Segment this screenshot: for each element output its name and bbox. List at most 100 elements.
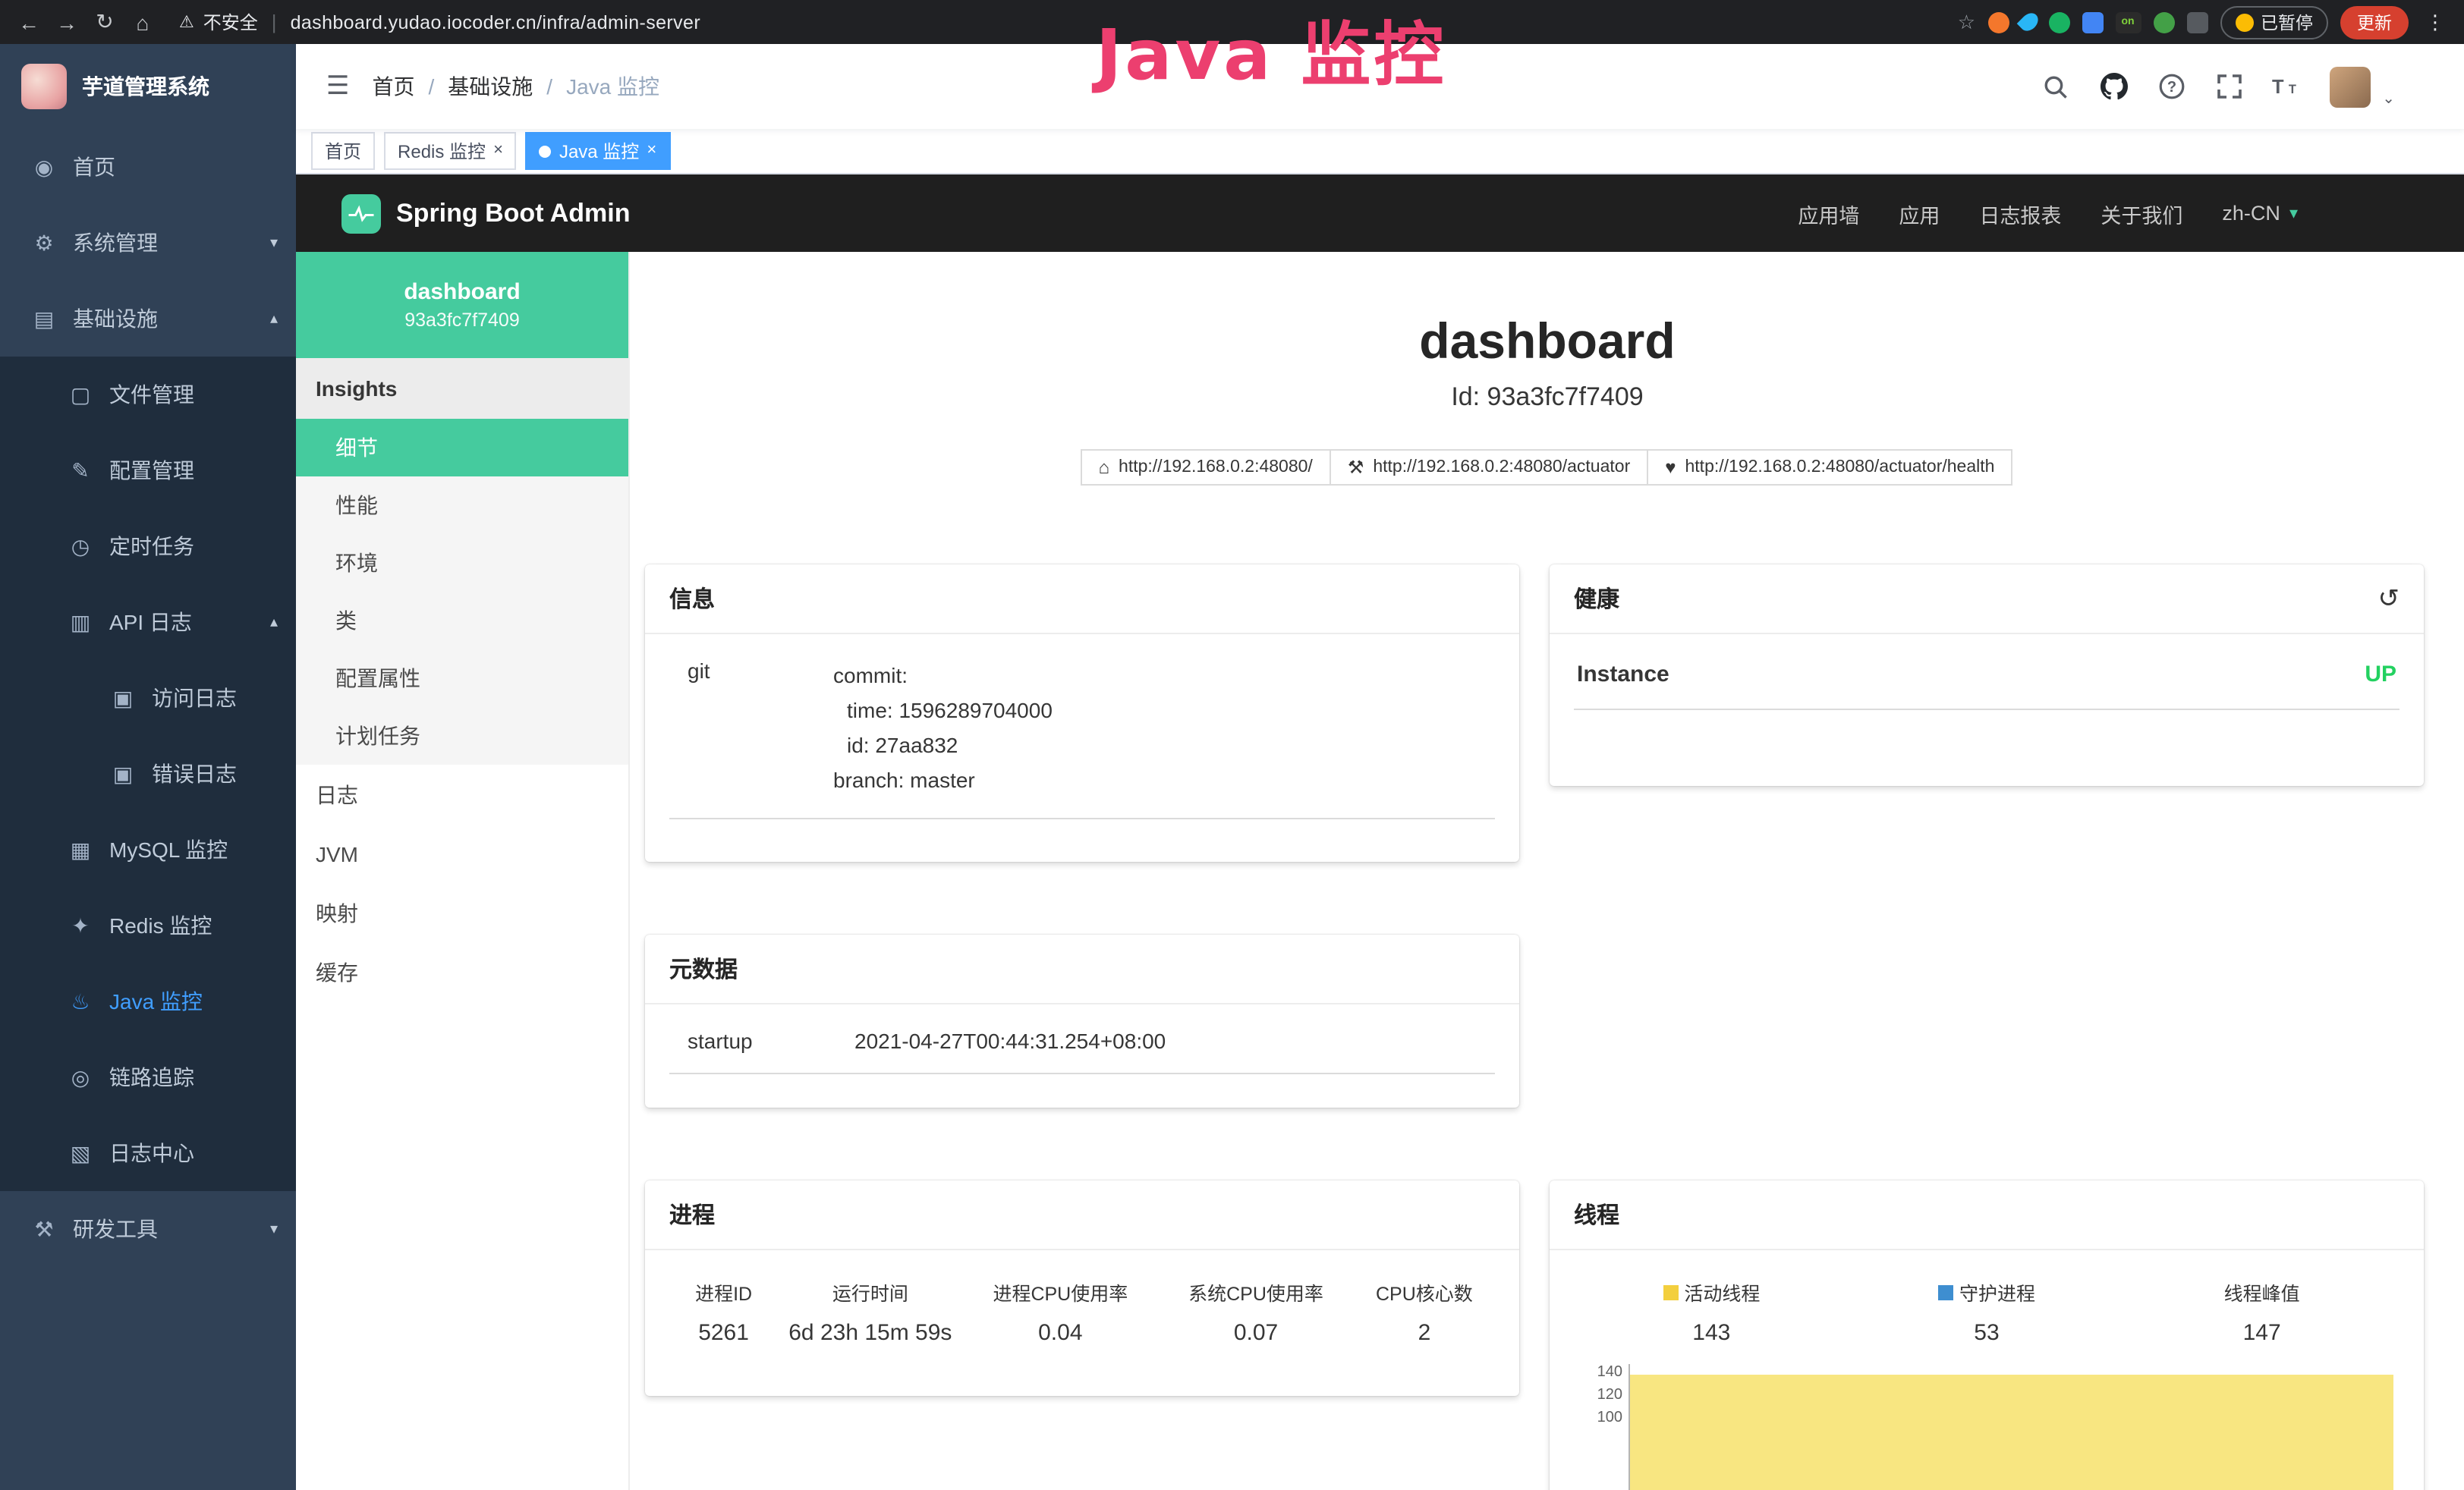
bookmark-star-icon[interactable]: ☆ [1958,10,1975,34]
warning-icon: ⚠ [179,12,194,32]
extension-icon-orange[interactable] [1987,11,2009,33]
forward-icon[interactable]: → [53,10,80,34]
file-icon: ▢ [67,382,94,407]
sidebar-item-config-management[interactable]: ✎ 配置管理 [0,432,296,508]
tab-java-monitor[interactable]: Java 监控 × [526,132,670,170]
legend-swatch-blue [1938,1284,1953,1300]
update-button[interactable]: 更新 [2340,5,2409,39]
user-avatar[interactable] [2329,66,2370,107]
dashboard-icon: ◉ [30,154,58,180]
gear-icon: ⚙ [30,230,58,256]
threads-chart: 140 120 100 [1574,1364,2399,1490]
sidebar-item-dev-tools[interactable]: ⚒ 研发工具 ▾ [0,1191,296,1267]
sba-item-mappings[interactable]: 映射 [296,883,628,942]
close-icon[interactable]: × [493,143,503,159]
breadcrumb-home[interactable]: 首页 [373,71,415,102]
health-instance-row[interactable]: Instance UP [1574,655,2399,710]
fullscreen-icon[interactable] [2214,71,2244,102]
sba-item-metrics[interactable]: 性能 [296,476,628,534]
info-card: 信息 git commit: time: 1596289704000 id: 2… [645,564,1519,862]
back-icon[interactable]: ← [15,10,42,34]
metadata-key: startup [688,1029,854,1053]
font-size-icon[interactable]: TT [2271,71,2302,102]
address-bar[interactable]: ⚠ 不安全 | dashboard.yudao.iocoder.cn/infra… [179,9,700,35]
app-title: 芋道管理系统 [82,71,209,102]
sidebar-item-mysql-monitor[interactable]: ▦ MySQL 监控 [0,812,296,888]
refresh-icon[interactable]: ↻ [91,9,118,35]
extension-icon-on-badge[interactable]: on [2115,11,2141,33]
sba-nav-journal[interactable]: 日志报表 [1979,198,2061,228]
extension-icon-drop[interactable] [2016,10,2041,35]
sidebar-item-log-center[interactable]: ▧ 日志中心 [0,1115,296,1191]
sba-item-details[interactable]: 细节 [296,419,628,476]
sba-item-classes[interactable]: 类 [296,592,628,649]
access-log-icon: ▣ [109,685,137,711]
instance-header[interactable]: dashboard 93a3fc7f7409 [296,252,628,358]
sidebar-item-redis-monitor[interactable]: ✦ Redis 监控 [0,888,296,963]
sidebar-item-infrastructure[interactable]: ▤ 基础设施 ▴ [0,281,296,357]
peak-threads-value: 147 [2124,1320,2399,1346]
extension-icon-grid[interactable] [2082,11,2103,33]
tools-icon: ⚒ [30,1216,58,1242]
locale-select[interactable]: zh-CN ▾ [2222,202,2298,225]
annotation-java-monitor: Java 监控 [1096,0,1446,100]
sba-item-logs[interactable]: 日志 [296,765,628,824]
sba-item-caches[interactable]: 缓存 [296,942,628,1001]
sba-item-scheduled-tasks[interactable]: 计划任务 [296,707,628,765]
app-logo[interactable]: 芋道管理系统 [0,44,296,129]
home-icon[interactable]: ⌂ [129,10,156,34]
extension-icon-puzzle[interactable] [2186,11,2208,33]
sidebar-item-file-management[interactable]: ▢ 文件管理 [0,357,296,432]
github-icon[interactable] [2098,71,2129,102]
browser-menu-icon[interactable]: ⋮ [2421,10,2450,34]
metadata-card: 元数据 startup 2021-04-27T00:44:31.254+08:0… [645,935,1519,1108]
sidebar-item-home[interactable]: ◉ 首页 [0,129,296,205]
sba-item-environment[interactable]: 环境 [296,534,628,592]
hamburger-icon[interactable]: ☰ [311,71,365,102]
sidebar-item-java-monitor[interactable]: ♨ Java 监控 [0,963,296,1039]
sba-nav-applications[interactable]: 应用 [1899,198,1940,228]
sidebar-item-access-logs[interactable]: ▣ 访问日志 [0,660,296,736]
actuator-url-link[interactable]: ⚒ http://192.168.0.2:48080/actuator [1330,449,1648,486]
tags-bar: 首页 Redis 监控 × Java 监控 × [296,129,2464,174]
sidebar-item-tracing[interactable]: ◎ 链路追踪 [0,1039,296,1115]
svg-text:T: T [2271,77,2283,98]
tab-redis-monitor[interactable]: Redis 监控 × [384,132,517,170]
info-key: git [688,659,833,798]
daemon-threads-value: 53 [1849,1320,2125,1346]
sidebar-item-api-logs[interactable]: ▥ API 日志 ▴ [0,584,296,660]
breadcrumb-infrastructure[interactable]: 基础设施 [448,71,533,102]
extension-icon-green-circle[interactable] [2048,11,2069,33]
sba-nav: 应用墙 应用 日志报表 关于我们 zh-CN ▾ [1798,198,2298,228]
chevron-down-icon: ▾ [2289,203,2298,223]
address-divider: | [272,11,277,33]
close-icon[interactable]: × [647,143,656,159]
chevron-up-icon: ▴ [270,310,278,327]
health-url-link[interactable]: ♥ http://192.168.0.2:48080/actuator/heal… [1647,449,2012,486]
header-actions: ? TT ⌄ [2041,66,2395,107]
sba-brand[interactable]: Spring Boot Admin [396,198,631,228]
legend-active-threads: 活动线程 [1574,1278,1849,1306]
service-url-link[interactable]: ⌂ http://192.168.0.2:48080/ [1081,449,1331,486]
history-icon[interactable]: ↺ [2378,583,2400,614]
tab-home[interactable]: 首页 [311,132,375,170]
sba-nav-wallboard[interactable]: 应用墙 [1798,198,1859,228]
sba-item-jvm[interactable]: JVM [296,824,628,883]
search-icon[interactable] [2041,71,2071,102]
info-git-row: git commit: time: 1596289704000 id: 27aa… [669,655,1495,819]
paused-badge[interactable]: 已暂停 [2220,5,2328,39]
metadata-card-title: 元数据 [645,935,1519,1004]
sidebar-item-scheduled-jobs[interactable]: ◷ 定时任务 [0,508,296,584]
smiley-icon [2235,13,2253,31]
avatar-caret-icon[interactable]: ⌄ [2382,90,2395,107]
wrench-icon: ⚒ [1348,457,1364,478]
page-title: dashboard [630,313,2464,370]
help-icon[interactable]: ? [2156,71,2186,102]
sba-logo-icon[interactable] [341,193,381,233]
sba-nav-about[interactable]: 关于我们 [2101,198,2182,228]
sidebar-item-error-logs[interactable]: ▣ 错误日志 [0,736,296,812]
sba-item-config-props[interactable]: 配置属性 [296,649,628,707]
extension-icon-leaf[interactable] [2153,11,2174,33]
health-card-title: 健康 [1574,583,1619,615]
sidebar-item-system[interactable]: ⚙ 系统管理 ▾ [0,205,296,281]
